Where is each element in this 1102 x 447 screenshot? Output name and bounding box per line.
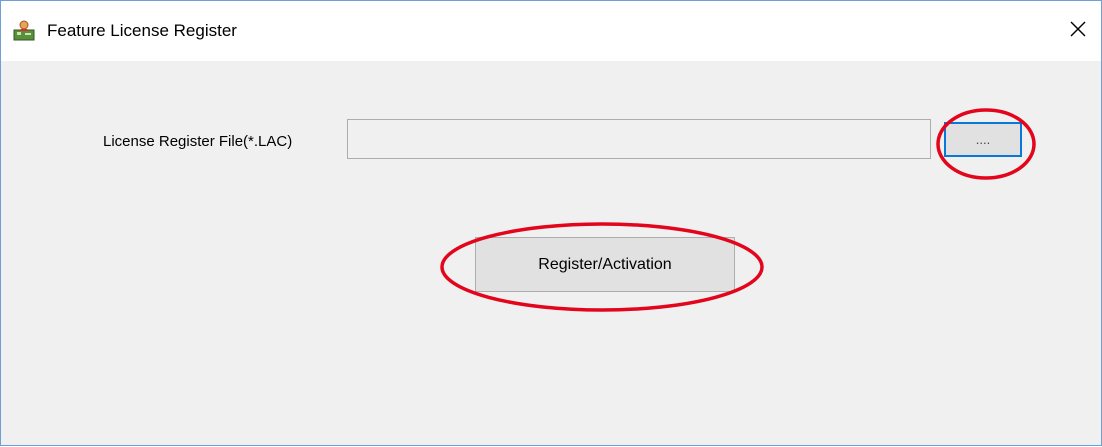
license-register-app-icon — [12, 18, 36, 42]
browse-file-button[interactable]: .... — [944, 122, 1022, 157]
window-title: Feature License Register — [47, 21, 237, 40]
license-file-path-input[interactable] — [347, 119, 931, 159]
close-icon — [1069, 20, 1087, 43]
dialog-body: License Register File(*.LAC) .... Regist… — [1, 61, 1101, 445]
feature-license-register-window: Feature License Register License Registe… — [0, 0, 1102, 446]
register-activation-button[interactable]: Register/Activation — [475, 237, 735, 292]
title-bar: Feature License Register — [1, 1, 1101, 61]
license-file-label: License Register File(*.LAC) — [103, 133, 293, 150]
close-button[interactable] — [1055, 1, 1101, 61]
